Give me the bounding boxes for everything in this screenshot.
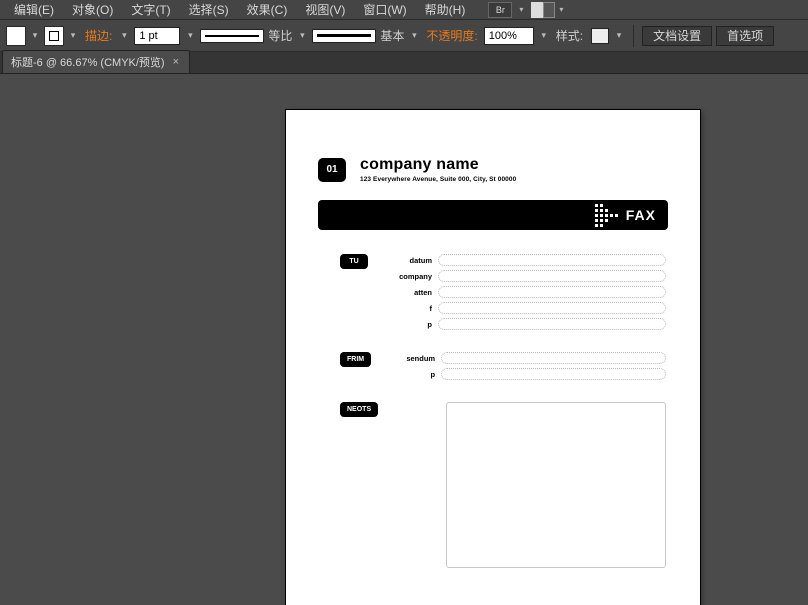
graphic-style-swatch[interactable] [591,28,609,44]
menu-select[interactable]: 选择(S) [181,0,237,20]
document-tab-title: 标题-6 @ 66.67% (CMYK/预览) [11,54,165,70]
company-address: 123 Everywhere Avenue, Suite 000, City, … [360,176,516,183]
fill-stroke-swatches [6,26,79,46]
stroke-profile-section: 等比 [200,27,308,45]
opacity-dropdown[interactable] [538,27,550,45]
to-section: TU datum company atten f p [340,254,666,334]
notes-section: NEOTS [340,402,666,568]
stroke-swatch[interactable] [44,26,64,46]
chevron-down-icon: ▾ [559,5,563,14]
stroke-weight-dropdown[interactable] [184,27,196,45]
field-line [438,254,666,266]
letterhead: 01 company name 123 Everywhere Avenue, S… [318,156,516,183]
field-line [438,318,666,330]
notes-tag: NEOTS [340,402,378,417]
artboard[interactable]: 01 company name 123 Everywhere Avenue, S… [286,110,700,605]
stroke-profile-preview[interactable] [200,29,264,43]
stroke-profile-dropdown[interactable] [296,27,308,45]
field-line [438,270,666,282]
menu-effect[interactable]: 效果(C) [239,0,296,20]
brush-preview[interactable] [312,29,376,43]
fax-label: FAX [626,207,656,223]
field-line [438,302,666,314]
stroke-weight-stepper[interactable] [118,27,130,45]
field-label: company [382,272,432,281]
stroke-label: 描边: [85,27,112,44]
bridge-button[interactable]: Br [488,2,512,18]
document-tab[interactable]: 标题-6 @ 66.67% (CMYK/预览) × [2,50,190,73]
workspace-switcher[interactable] [531,2,555,18]
brush-dropdown[interactable] [408,27,420,45]
field-label: datum [382,256,432,265]
to-tag: TU [340,254,368,269]
control-bar: 描边: 1 pt 等比 基本 不透明度: 100% 样式: 文档设置 首选项 [0,20,808,52]
opacity-label: 不透明度: [426,27,477,44]
fax-template: 01 company name 123 Everywhere Avenue, S… [286,110,700,605]
stroke-weight-input[interactable]: 1 pt [134,27,180,45]
menu-text[interactable]: 文字(T) [123,0,178,20]
fill-dropdown[interactable] [29,27,41,45]
notes-box [446,402,666,568]
fax-title-bar: FAX [318,200,668,230]
fax-form: TU datum company atten f p FRIM sendum p [340,254,666,586]
arrow-icon [595,204,618,227]
menu-bar: 编辑(E) 对象(O) 文字(T) 选择(S) 效果(C) 视图(V) 窗口(W… [0,0,808,20]
tab-close-icon[interactable]: × [173,56,179,68]
document-setup-button[interactable]: 文档设置 [642,26,712,46]
from-tag: FRIM [340,352,371,367]
stroke-profile-label: 等比 [268,27,292,44]
graphic-style-dropdown[interactable] [613,27,625,45]
template-number-badge: 01 [318,158,346,182]
separator [633,25,634,47]
field-label: f [382,304,432,313]
field-label: atten [382,288,432,297]
menu-edit[interactable]: 编辑(E) [6,0,62,20]
brush-label: 基本 [380,27,404,44]
field-line [441,368,666,380]
stroke-dropdown[interactable] [67,27,79,45]
field-line [441,352,666,364]
chevron-down-icon: ▾ [519,5,523,14]
menu-window[interactable]: 窗口(W) [355,0,414,20]
fill-swatch[interactable] [6,26,26,46]
document-tab-bar: 标题-6 @ 66.67% (CMYK/预览) × [0,52,808,74]
company-name: company name [360,156,516,174]
menu-object[interactable]: 对象(O) [64,0,121,20]
field-line [438,286,666,298]
field-label: p [385,370,435,379]
field-label: p [382,320,432,329]
preferences-button[interactable]: 首选项 [716,26,774,46]
field-label: sendum [385,354,435,363]
canvas[interactable]: 01 company name 123 Everywhere Avenue, S… [0,74,808,605]
opacity-input[interactable]: 100% [484,27,534,45]
styles-label: 样式: [556,27,583,44]
menu-help[interactable]: 帮助(H) [417,0,474,20]
brush-section: 基本 [312,27,420,45]
menu-view[interactable]: 视图(V) [297,0,353,20]
from-section: FRIM sendum p [340,352,666,384]
